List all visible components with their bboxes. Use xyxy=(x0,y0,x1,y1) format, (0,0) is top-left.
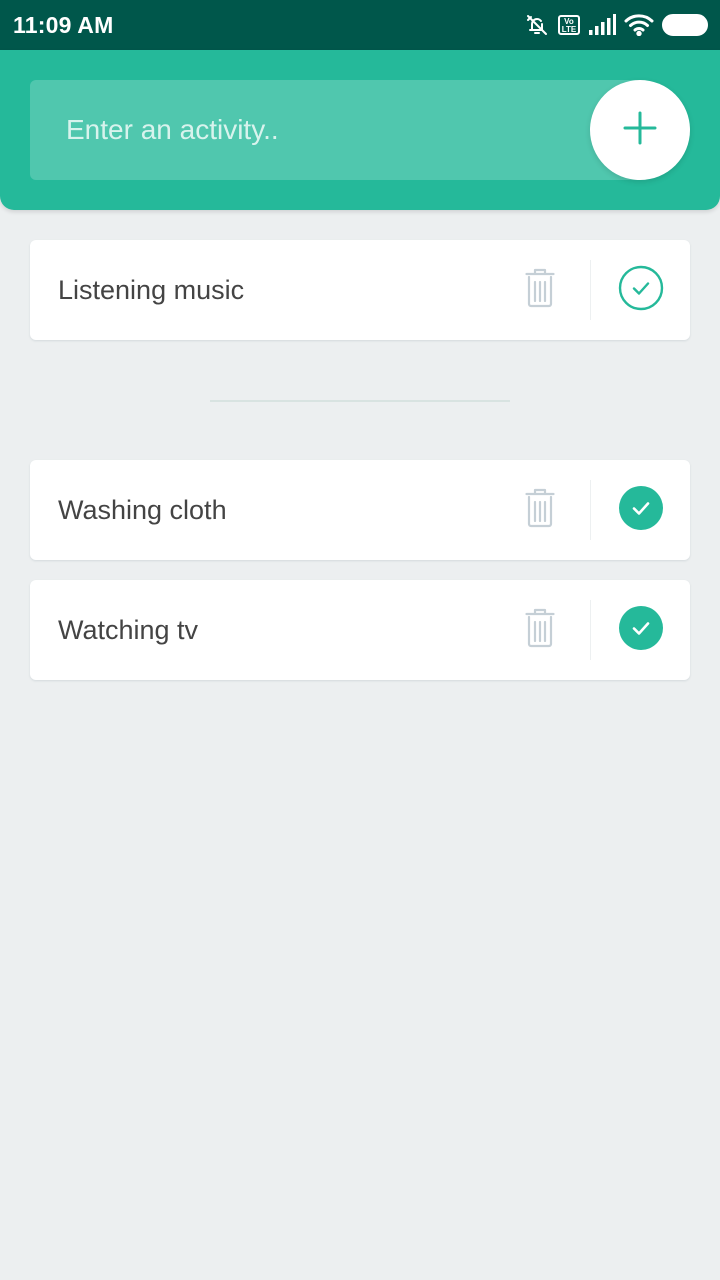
completed-item-label: Washing cloth xyxy=(58,494,227,525)
delete-button[interactable] xyxy=(490,240,590,340)
plus-icon xyxy=(623,111,657,150)
complete-button[interactable] xyxy=(591,580,690,680)
trash-icon xyxy=(525,488,555,533)
list-separator xyxy=(210,400,510,402)
alarm-off-icon xyxy=(524,12,550,38)
delete-button[interactable] xyxy=(490,580,590,680)
status-icons: Vo LTE 78 xyxy=(524,12,708,38)
todo-item: Listening music xyxy=(30,240,690,340)
status-time: 11:09 AM xyxy=(13,11,114,38)
completed-item-label: Watching tv xyxy=(58,614,199,645)
add-button[interactable] xyxy=(590,80,690,180)
completed-item: Watching tv xyxy=(30,580,690,680)
complete-button[interactable] xyxy=(591,240,690,340)
delete-button[interactable] xyxy=(490,460,590,560)
check-circle-filled-icon xyxy=(618,485,664,536)
completed-item: Washing cloth xyxy=(30,460,690,560)
battery-level: 78 xyxy=(676,16,694,33)
todo-item-label: Listening music xyxy=(58,274,245,305)
header xyxy=(0,50,720,210)
status-bar: 11:09 AM Vo LTE 78 xyxy=(0,0,720,50)
check-circle-filled-icon xyxy=(618,605,664,656)
wifi-icon xyxy=(624,14,654,36)
trash-icon xyxy=(525,608,555,653)
activity-input-container xyxy=(30,80,650,180)
activity-input[interactable] xyxy=(30,80,650,180)
trash-icon xyxy=(525,268,555,313)
volte-icon: Vo LTE xyxy=(558,15,580,35)
check-circle-outline-icon xyxy=(618,265,664,316)
complete-button[interactable] xyxy=(591,460,690,560)
battery-icon: 78 xyxy=(662,14,708,36)
signal-icon xyxy=(588,14,616,36)
